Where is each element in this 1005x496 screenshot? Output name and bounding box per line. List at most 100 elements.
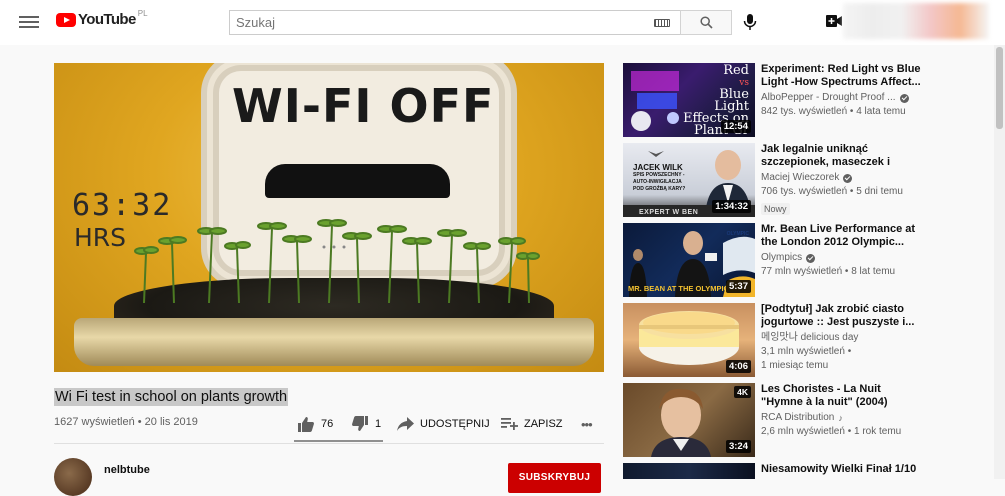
plant-sprouts-image — [134, 219, 540, 303]
thumbnail-caption: MR. BEAN AT THE OLYMPICS — [628, 284, 734, 293]
more-actions-button[interactable]: ••• — [581, 416, 593, 432]
channel-label: AlboPepper - Drought Proof ... — [761, 92, 896, 103]
recommendation-item[interactable]: Niesamowity Wielki Finał 1/10 — [623, 463, 993, 479]
search-bar — [229, 10, 732, 35]
channel-label: Maciej Wieczorek — [761, 172, 840, 183]
recommendation-info: Les Choristes - La Nuit "Hymne à la nuit… — [761, 383, 921, 439]
new-badge: Nowy — [761, 203, 790, 215]
verified-icon — [899, 93, 909, 103]
video-thumbnail[interactable]: MR. BEAN AT THE OLYMPICS OLYMPIC 5:37 — [623, 223, 755, 297]
recommendation-title[interactable]: Experiment: Red Light vs Blue Light -How… — [761, 63, 921, 89]
recommendation-channel[interactable]: Olympics — [761, 251, 921, 265]
video-title: Wi Fi test in school on plants growth — [54, 388, 289, 406]
keyboard-icon[interactable] — [654, 19, 670, 27]
recommendation-item[interactable]: Red vs Blue Light Effects on Plant Gr 12… — [623, 63, 993, 137]
recommendation-channel[interactable]: 메잉맛나 delicious day — [761, 331, 921, 345]
recommendation-meta: 1 miesiąc temu — [761, 360, 829, 371]
video-duration: 12:54 — [720, 120, 751, 133]
video-overlay-hrs: HRS — [74, 223, 127, 252]
divider — [54, 443, 604, 444]
logo-text: YouTube — [78, 11, 136, 28]
recommendation-channel[interactable]: Maciej Wieczorek — [761, 171, 921, 185]
recommendation-info: [Podtytuł] Jak zrobić ciasto jogurtowe :… — [761, 303, 921, 373]
music-note-icon: ♪ — [838, 413, 843, 423]
thumb-line: JACEK WILK — [633, 163, 683, 172]
recommendation-item[interactable]: 4K 3:24 Les Choristes - La Nuit "Hymne à… — [623, 383, 993, 457]
share-button[interactable]: UDOSTĘPNIJ — [397, 417, 501, 431]
channel-label: 메잉맛나 delicious day — [761, 332, 859, 343]
video-thumbnail[interactable]: 4K 3:24 — [623, 383, 755, 457]
video-thumbnail[interactable] — [623, 463, 755, 479]
like-ratio-bar — [294, 440, 383, 442]
recommendation-title[interactable]: Jak legalnie uniknąć szczepionek, masecz… — [761, 143, 921, 169]
video-thumbnail[interactable]: Red vs Blue Light Effects on Plant Gr 12… — [623, 63, 755, 137]
more-icon: ••• — [581, 416, 593, 432]
recommendation-meta: 3,1 mln wyświetleń • — [761, 346, 852, 357]
video-thumbnail[interactable]: 4:06 — [623, 303, 755, 377]
recommendation-item[interactable]: 4:06 [Podtytuł] Jak zrobić ciasto jogurt… — [623, 303, 993, 377]
recommendation-title[interactable]: [Podtytuł] Jak zrobić ciasto jogurtowe :… — [761, 303, 921, 329]
like-count: 76 — [321, 418, 334, 430]
recommendation-title[interactable]: Mr. Bean Live Performance at the London … — [761, 223, 921, 249]
video-thumbnail[interactable]: JACEK WILK SPIS POWSZECHNY - AUTO-INWIGI… — [623, 143, 755, 217]
youtube-logo[interactable]: YouTube PL — [56, 9, 148, 28]
recommendation-meta: 2,6 mln wyświetleń • 1 rok temu — [761, 426, 902, 437]
recommendation-meta: 706 tys. wyświetleń • 5 dni temu — [761, 186, 903, 197]
channel-avatar[interactable] — [54, 458, 92, 496]
video-actions: 76 1 UDOSTĘPNIJ ZAPISZ ••• — [297, 412, 593, 436]
channel-label: Olympics — [761, 252, 803, 263]
view-count-date: 1627 wyświetleń • 20 lis 2019 — [54, 416, 198, 428]
thumbnail-logo-text: OLYMPIC — [726, 231, 749, 237]
recommendation-item[interactable]: JACEK WILK SPIS POWSZECHNY - AUTO-INWIGI… — [623, 143, 993, 217]
thumb-line: POD GROŹBĄ KARY? — [633, 186, 686, 192]
recommendation-title[interactable]: Niesamowity Wielki Finał 1/10 — [761, 463, 921, 476]
logo-country-code: PL — [137, 9, 148, 18]
router-slot — [265, 164, 450, 198]
recommendation-meta: 842 tys. wyświetleń • 4 lata temu — [761, 106, 906, 117]
share-label: UDOSTĘPNIJ — [420, 418, 490, 430]
foil-image — [74, 318, 594, 366]
scrollbar-thumb[interactable] — [996, 47, 1003, 129]
save-label: ZAPISZ — [524, 418, 563, 430]
search-button[interactable] — [680, 10, 732, 35]
channel-label: RCA Distribution — [761, 412, 835, 423]
dislike-count: 1 — [375, 418, 382, 430]
recommendation-item[interactable]: MR. BEAN AT THE OLYMPICS OLYMPIC 5:37 Mr… — [623, 223, 993, 297]
search-box — [229, 10, 680, 35]
thumb-line: AUTO-INWIGILACJA — [633, 179, 682, 185]
mic-icon[interactable] — [742, 13, 758, 31]
recommendation-info: Niesamowity Wielki Finał 1/10 — [761, 463, 921, 476]
save-button[interactable]: ZAPISZ — [501, 417, 581, 431]
playlist-add-icon — [501, 418, 518, 430]
video-overlay-wifi-text: WI-FI OFF — [232, 79, 495, 133]
search-input[interactable] — [230, 11, 680, 34]
like-button[interactable]: 76 — [297, 416, 351, 432]
create-video-icon[interactable] — [826, 14, 842, 28]
search-icon — [699, 16, 713, 29]
dislike-button[interactable]: 1 — [351, 416, 397, 432]
blurred-account-area — [843, 3, 989, 39]
thumbs-down-icon — [352, 416, 368, 431]
thumb-line: Red — [723, 63, 749, 78]
recommendation-title[interactable]: Les Choristes - La Nuit "Hymne à la nuit… — [761, 383, 921, 409]
recommendation-info: Mr. Bean Live Performance at the London … — [761, 223, 921, 279]
menu-icon[interactable] — [19, 13, 39, 31]
recommendation-info: Jak legalnie uniknąć szczepionek, masecz… — [761, 143, 921, 217]
youtube-play-icon — [56, 12, 76, 27]
channel-name[interactable]: nelbtube — [104, 464, 150, 476]
verified-icon — [806, 253, 816, 263]
recommendation-info: Experiment: Red Light vs Blue Light -How… — [761, 63, 921, 119]
thumbs-up-icon — [298, 417, 314, 432]
thumbnail-caption-bottom: EXPERT W BEN — [639, 209, 699, 216]
recommendation-channel[interactable]: RCA Distribution ♪ — [761, 411, 921, 425]
share-icon — [397, 417, 414, 431]
top-bar: YouTube PL — [0, 0, 1005, 45]
thumb-line: SPIS POWSZECHNY - — [633, 172, 685, 178]
recommendation-channel[interactable]: AlboPepper - Drought Proof ... — [761, 91, 921, 105]
verified-icon — [843, 173, 853, 183]
subscribe-button[interactable]: SUBSKRYBUJ — [508, 463, 601, 493]
video-duration: 4:06 — [725, 360, 751, 373]
video-player[interactable]: WI-FI OFF 63:32 HRS — [54, 63, 604, 372]
recommendation-meta: 77 mln wyświetleń • 8 lat temu — [761, 266, 896, 277]
video-duration: 1:34:32 — [712, 200, 751, 213]
